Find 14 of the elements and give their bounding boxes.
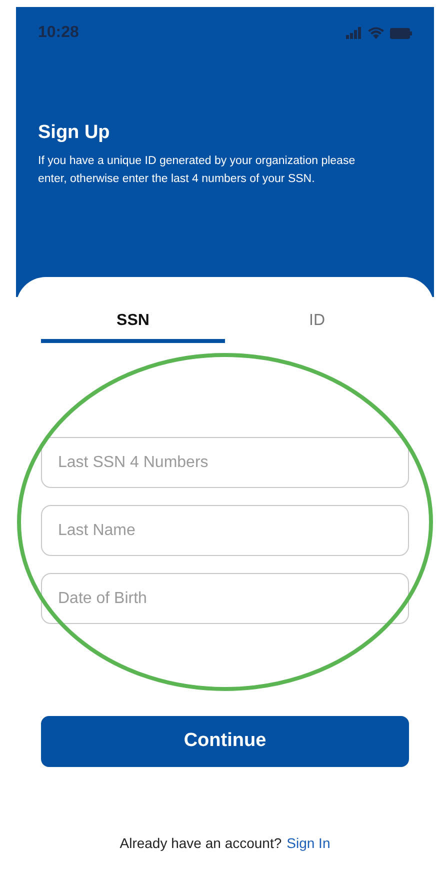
sign-in-link[interactable]: Sign In [286, 833, 330, 854]
account-prompt: Already have an account? [120, 834, 282, 853]
page-description: If you have a unique ID generated by your organization please enter, otherwise enter the last 4 numbers of your SSN. [38, 154, 356, 186]
tab[interactable]: ID [225, 303, 409, 343]
status-time: 10:28 [38, 23, 79, 43]
input-field[interactable]: Date of Birth [41, 573, 409, 624]
page-title: Sign Up [38, 121, 111, 145]
wifi-icon [368, 27, 384, 39]
tab[interactable]: SSN [41, 303, 225, 343]
continue-button[interactable]: Continue [41, 716, 409, 767]
input-field[interactable]: Last Name [41, 505, 409, 556]
input-field[interactable]: Last SSN 4 Numbers [41, 437, 409, 488]
battery-icon [390, 28, 412, 38]
signal-icon [346, 27, 362, 39]
